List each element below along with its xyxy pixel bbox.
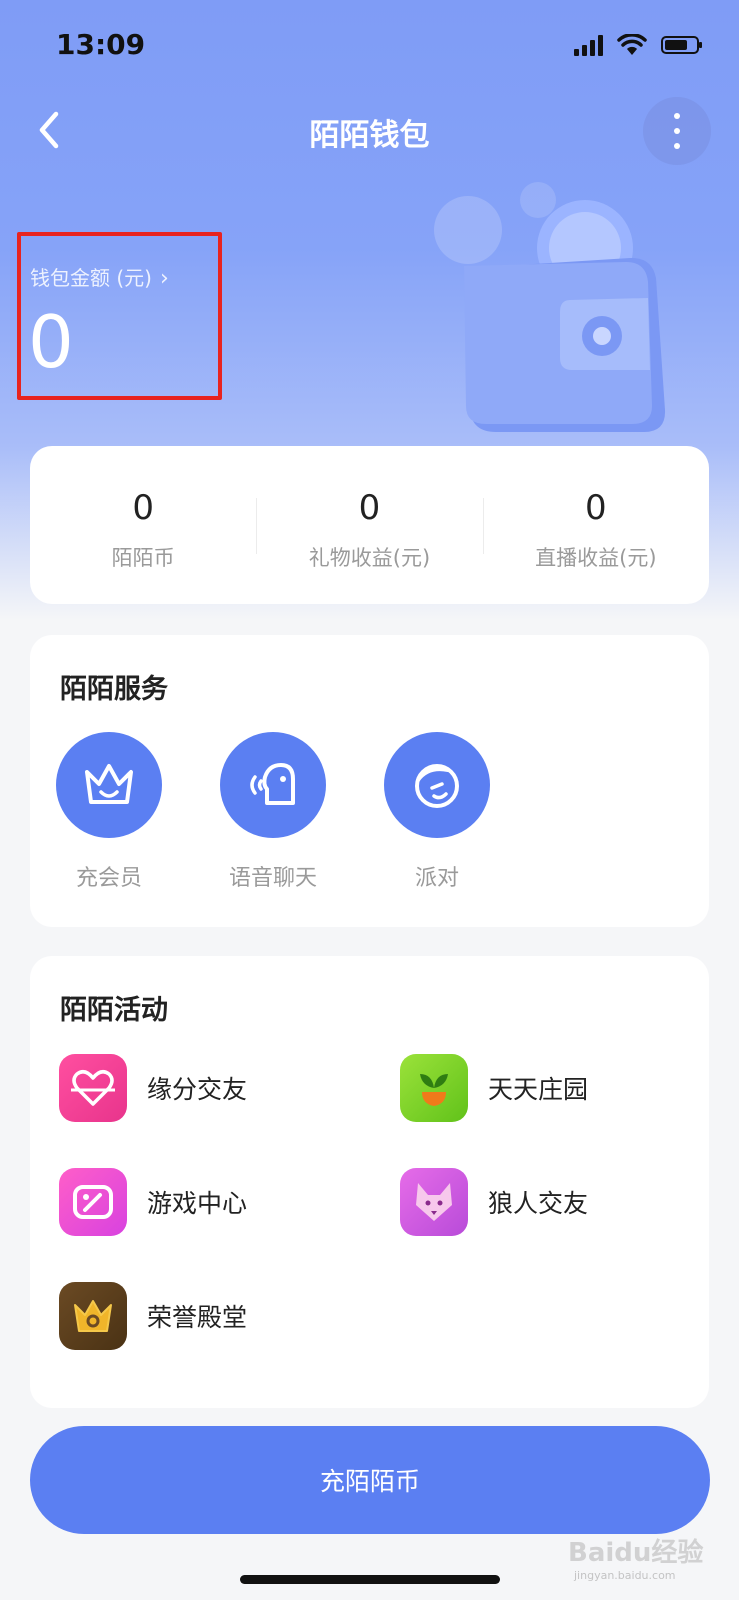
activities-card: 陌陌活动 缘分交友 天天庄园 游戏中心 狼人交友 荣誉殿堂	[30, 956, 709, 1408]
wallet-balance-label: 钱包金额 (元)	[30, 266, 152, 290]
activity-werewolf[interactable]: 狼人交友	[400, 1168, 588, 1236]
wolf-icon	[416, 1183, 452, 1221]
stat-label: 直播收益(元)	[535, 546, 657, 570]
wallet-balance-value: 0	[28, 300, 74, 384]
service-membership[interactable]: 充会员	[44, 732, 174, 892]
activity-label: 游戏中心	[147, 1189, 248, 1218]
earnings-summary-card: 0 陌陌币 0 礼物收益(元) 0 直播收益(元)	[30, 446, 709, 604]
stat-value: 0	[585, 488, 607, 528]
wallet-illustration	[434, 182, 666, 432]
stat-value: 0	[358, 488, 381, 528]
baidu-watermark: Baidu经验 jingyan.baidu.com	[568, 1532, 703, 1582]
stat-value: 0	[132, 488, 154, 528]
stat-label: 陌陌币	[111, 546, 175, 570]
service-label: 充会员	[75, 866, 142, 891]
cellular-signal-icon	[574, 34, 603, 56]
honor-crown-icon	[74, 1300, 112, 1332]
status-time: 13:09	[56, 28, 146, 61]
activity-label: 荣誉殿堂	[147, 1303, 248, 1332]
activity-farm[interactable]: 天天庄园	[400, 1054, 588, 1122]
chevron-right-icon: ›	[159, 266, 169, 291]
page-title: 陌陌钱包	[309, 118, 430, 153]
activity-matchmaking[interactable]: 缘分交友	[59, 1054, 247, 1122]
stat-momo-coins[interactable]: 0 陌陌币	[30, 446, 256, 604]
heart-link-icon	[71, 1070, 115, 1106]
stat-label: 礼物收益(元)	[308, 546, 431, 570]
stat-live-earnings[interactable]: 0 直播收益(元)	[482, 446, 709, 604]
wifi-icon	[617, 34, 647, 55]
service-voice-chat[interactable]: 语音聊天	[208, 732, 338, 892]
activity-label: 狼人交友	[488, 1189, 589, 1218]
stat-gift-earnings[interactable]: 0 礼物收益(元)	[256, 446, 482, 604]
sprout-icon	[420, 1074, 448, 1106]
home-indicator[interactable]	[240, 1575, 500, 1584]
battery-icon	[661, 36, 702, 54]
status-bar: 13:09	[0, 0, 739, 90]
activity-label: 缘分交友	[147, 1075, 248, 1104]
crown-icon	[85, 764, 133, 804]
recharge-coins-button[interactable]: 充陌陌币	[30, 1426, 710, 1534]
activities-title: 陌陌活动	[60, 995, 168, 1026]
more-options-button[interactable]	[643, 97, 711, 165]
services-card: 陌陌服务 充会员 语音聊天 派对	[30, 635, 709, 927]
service-label: 语音聊天	[228, 866, 317, 891]
service-party[interactable]: 派对	[372, 732, 502, 892]
gamepad-icon	[73, 1185, 113, 1219]
activity-game-center[interactable]: 游戏中心	[59, 1168, 247, 1236]
activity-hall-of-honor[interactable]: 荣誉殿堂	[59, 1282, 247, 1350]
voice-chat-icon	[250, 763, 295, 805]
watermark-brand: Baidu经验	[568, 1538, 704, 1568]
services-title: 陌陌服务	[60, 674, 168, 705]
activity-label: 天天庄园	[488, 1075, 589, 1104]
party-face-icon	[415, 764, 459, 808]
wallet-balance-link[interactable]: 钱包金额 (元) ›	[30, 262, 169, 291]
service-label: 派对	[414, 866, 459, 891]
watermark-url: jingyan.baidu.com	[574, 1569, 676, 1582]
